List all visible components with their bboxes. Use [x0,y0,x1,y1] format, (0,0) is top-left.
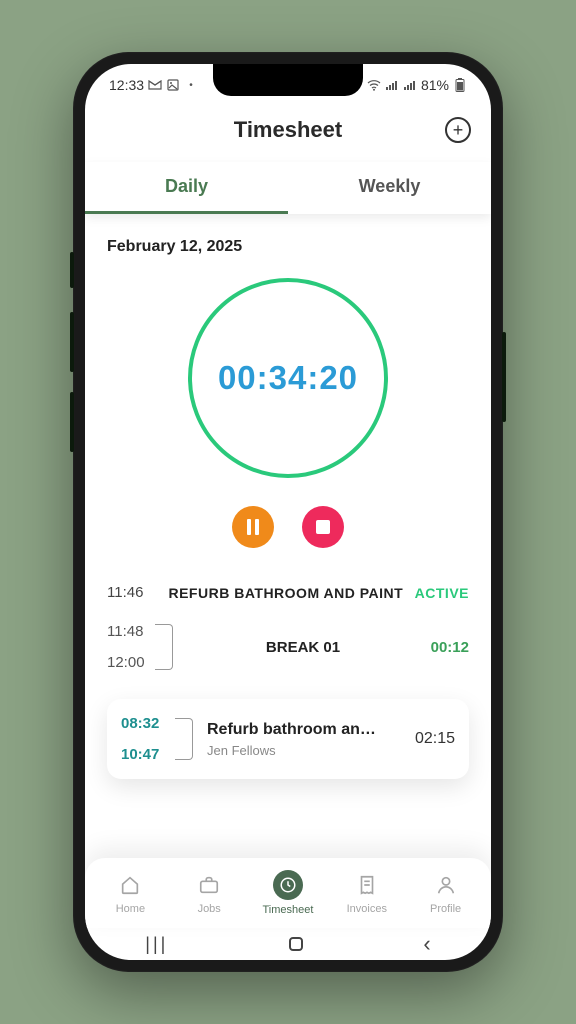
clock-icon [273,870,303,900]
bracket-icon [155,624,173,670]
photos-icon [166,78,180,92]
battery-percent: 81% [421,77,449,93]
page-header: Timesheet + [85,106,491,154]
battery-icon [453,78,467,92]
active-entry-row[interactable]: 11:46 REFURB BATHROOM AND PAINT ACTIVE [107,578,469,617]
nav-profile[interactable]: Profile [416,871,476,915]
volume-mute-button [70,252,74,288]
bottom-nav: Home Jobs Timesheet Invoices [85,858,491,928]
nav-jobs[interactable]: Jobs [179,871,239,915]
past-entry-title: Refurb bathroom an… [207,721,387,739]
nav-home[interactable]: Home [100,871,160,915]
nav-profile-label: Profile [430,903,461,915]
home-icon [116,871,144,899]
more-icon: • [184,78,198,92]
nav-invoices[interactable]: Invoices [337,871,397,915]
screen: 12:33 • 81% [85,64,491,960]
past-entry-client: Jen Fellows [207,743,415,758]
recents-button[interactable]: ||| [145,934,168,955]
gmail-icon [148,78,162,92]
break-label: BREAK 01 [187,639,419,656]
wifi-icon [367,78,381,92]
tab-daily[interactable]: Daily [85,162,288,214]
stop-button[interactable] [302,506,344,548]
back-button[interactable]: ‹ [423,931,430,957]
phone-frame: 12:33 • 81% [73,52,503,972]
page-title: Timesheet [234,117,342,143]
active-entry-start: 11:46 [107,584,157,601]
status-time: 12:33 [109,77,144,93]
past-entry-duration: 02:15 [415,730,455,748]
break-start: 11:48 [107,623,153,640]
plus-icon: + [453,121,464,139]
pause-icon [247,519,259,535]
break-times: 11:48 12:00 [107,623,153,671]
pause-button[interactable] [232,506,274,548]
active-entry-status: ACTIVE [415,585,469,601]
system-nav: ||| ‹ [85,928,491,960]
nav-jobs-label: Jobs [198,903,221,915]
timer-actions [107,506,469,548]
volume-up-button [70,312,74,372]
current-date: February 12, 2025 [107,238,469,256]
person-icon [432,871,460,899]
active-entry-title: REFURB BATHROOM AND PAINT [167,585,405,601]
tab-weekly[interactable]: Weekly [288,162,491,214]
volume-down-button [70,392,74,452]
past-entry-body: Refurb bathroom an… Jen Fellows [207,721,415,758]
nav-timesheet[interactable]: Timesheet [258,870,318,916]
signal-icon-2 [403,78,417,92]
briefcase-icon [195,871,223,899]
power-button [502,332,506,422]
break-duration: 00:12 [419,639,469,656]
timer-display: 00:34:20 [188,278,388,478]
bracket-icon [175,718,193,760]
nav-home-label: Home [116,903,145,915]
break-row[interactable]: 11:48 12:00 BREAK 01 00:12 [107,617,469,699]
nav-invoices-label: Invoices [347,903,387,915]
notch [213,64,363,96]
past-entry-end: 10:47 [121,746,173,763]
content-area: February 12, 2025 00:34:20 11:46 REFURB … [85,214,491,862]
break-end: 12:00 [107,654,153,671]
home-button[interactable] [289,937,303,951]
receipt-icon [353,871,381,899]
past-entry-card[interactable]: 08:32 10:47 Refurb bathroom an… Jen Fell… [107,699,469,779]
signal-icon [385,78,399,92]
past-entry-start: 08:32 [121,715,173,732]
past-entry-times: 08:32 10:47 [121,715,173,763]
add-button[interactable]: + [445,117,471,143]
nav-timesheet-label: Timesheet [263,904,314,916]
stop-icon [316,520,330,534]
timer-value: 00:34:20 [218,359,358,397]
view-tabs: Daily Weekly [85,162,491,214]
